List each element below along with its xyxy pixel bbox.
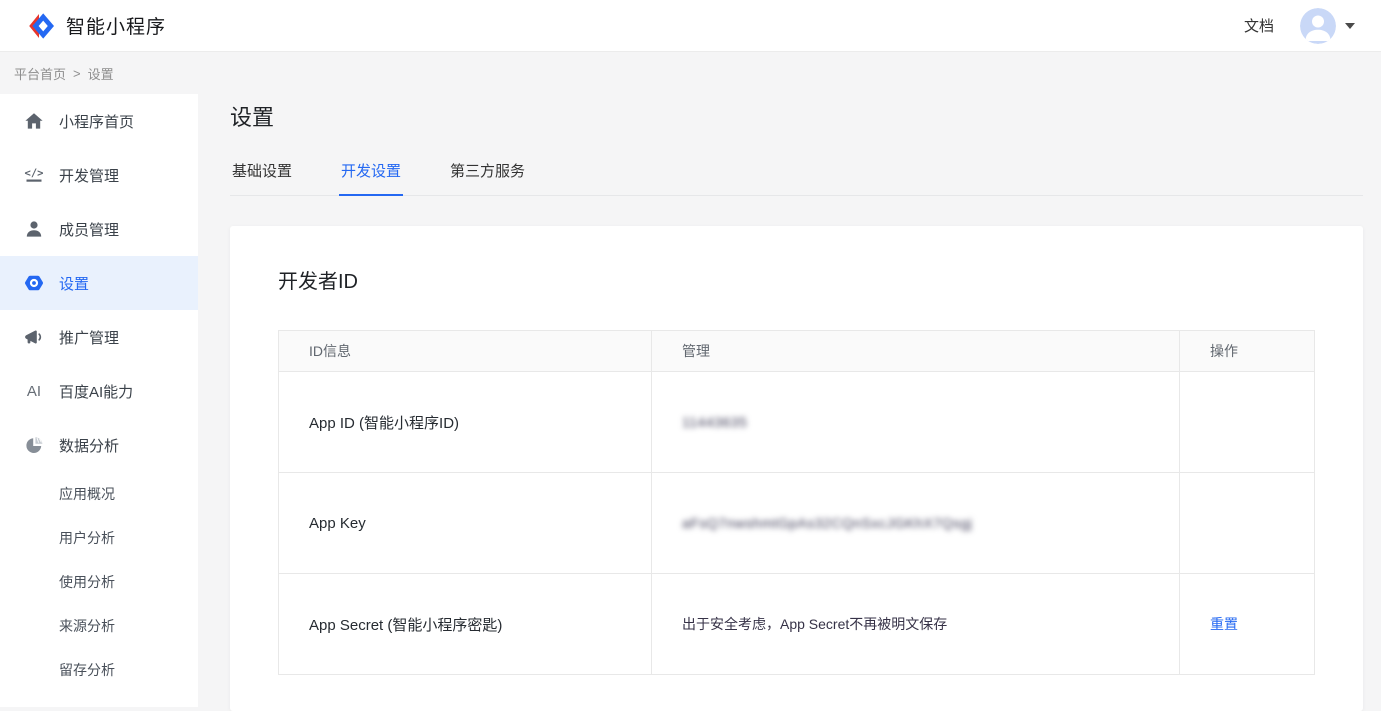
gear-icon (24, 273, 44, 293)
management-cell: 出于安全考虑，App Secret不再被明文保存 (651, 574, 1179, 674)
table-header-row: ID信息管理操作 (279, 331, 1314, 371)
sidebar-item-label: 设置 (59, 273, 89, 294)
value-text: 出于安全考虑，App Secret不再被明文保存 (682, 614, 947, 634)
sidebar-item-label: 开发管理 (59, 165, 119, 186)
sidebar-item-label: 推广管理 (59, 327, 119, 348)
tab-third-party[interactable]: 第三方服务 (448, 160, 527, 196)
developer-id-table: ID信息管理操作 App ID (智能小程序ID) 11443635 App Key a… (278, 330, 1315, 675)
action-cell (1179, 372, 1314, 472)
sidebar-item-label: 百度AI能力 (59, 381, 133, 402)
sidebar-item-home[interactable]: 小程序首页 (0, 94, 198, 148)
settings-tabs: 基础设置 开发设置 第三方服务 (230, 160, 1363, 196)
management-cell: 11443635 (651, 372, 1179, 472)
megaphone-icon (24, 327, 44, 347)
id-info-cell: App Key (279, 473, 651, 573)
breadcrumb-current: 设置 (88, 64, 114, 83)
user-menu[interactable] (1300, 8, 1355, 44)
svg-text:AI: AI (27, 383, 41, 400)
action-cell (1179, 473, 1314, 573)
sidebar-item-label: 成员管理 (59, 219, 119, 240)
brand: 智能小程序 (26, 11, 166, 41)
sidebar-item-ai[interactable]: AI 百度AI能力 (0, 364, 198, 418)
sidebar-item-label: 数据分析 (59, 435, 119, 456)
sidebar-item-member[interactable]: 成员管理 (0, 202, 198, 256)
code-icon: </> (24, 165, 44, 185)
sidebar-subitem-usage-analysis[interactable]: 使用分析 (0, 560, 198, 604)
sidebar-item-label: 小程序首页 (59, 111, 134, 132)
id-info-cell: App Secret (智能小程序密匙) (279, 574, 651, 674)
chevron-down-icon (1345, 23, 1355, 29)
brand-logo-icon (26, 11, 56, 41)
sidebar-subitem-user-analysis[interactable]: 用户分析 (0, 516, 198, 560)
svg-text:</>: </> (25, 168, 44, 180)
sidebar-item-dev[interactable]: </> 开发管理 (0, 148, 198, 202)
sidebar-item-data[interactable]: 数据分析 (0, 418, 198, 472)
pie-icon (24, 435, 44, 455)
home-icon (24, 111, 44, 131)
sidebar-subitem-retention-analysis[interactable]: 留存分析 (0, 648, 198, 692)
row-label: App Key (309, 515, 366, 532)
docs-link[interactable]: 文档 (1244, 15, 1274, 36)
tab-basic[interactable]: 基础设置 (230, 160, 294, 196)
id-info-cell: App ID (智能小程序ID) (279, 372, 651, 472)
page-title: 设置 (230, 103, 1363, 133)
reset-button[interactable]: 重置 (1210, 614, 1238, 634)
sidebar-subitem-source-analysis[interactable]: 来源分析 (0, 604, 198, 648)
developer-id-card: 开发者ID ID信息管理操作App ID (智能小程序ID)11443635Ap… (230, 226, 1363, 711)
ai-icon: AI (24, 381, 44, 401)
table-row: App Key aFsQ7nwshmtGpAs32CQnSxcJGKhX7Qsgj (279, 472, 1314, 573)
top-header: 智能小程序 文档 (0, 0, 1381, 52)
table-row: App ID (智能小程序ID) 11443635 (279, 371, 1314, 472)
breadcrumb: 平台首页 > 设置 (0, 52, 1381, 94)
row-label: App ID (智能小程序ID) (309, 412, 459, 433)
breadcrumb-home[interactable]: 平台首页 (14, 64, 66, 83)
column-header: 管理 (651, 331, 1179, 371)
member-icon (24, 219, 44, 239)
column-header: 操作 (1179, 331, 1314, 371)
table-row: App Secret (智能小程序密匙) 出于安全考虑，App Secret不再被… (279, 573, 1314, 674)
main-content: 设置 基础设置开发设置第三方服务 开发者ID ID信息管理操作App ID (智… (230, 94, 1363, 711)
avatar[interactable] (1300, 8, 1336, 44)
tab-development[interactable]: 开发设置 (339, 160, 403, 196)
masked-value: 11443635 (682, 414, 747, 430)
breadcrumb-separator: > (73, 66, 81, 81)
action-cell: 重置 (1179, 574, 1314, 674)
row-label: App Secret (智能小程序密匙) (309, 614, 502, 635)
masked-value: aFsQ7nwshmtGpAs32CQnSxcJGKhX7Qsgj (682, 515, 972, 531)
brand-name: 智能小程序 (66, 12, 166, 39)
sidebar-item-promo[interactable]: 推广管理 (0, 310, 198, 364)
management-cell: aFsQ7nwshmtGpAs32CQnSxcJGKhX7Qsgj (651, 473, 1179, 573)
sidebar-item-settings[interactable]: 设置 (0, 256, 198, 310)
sidebar-subitem-app-overview[interactable]: 应用概况 (0, 472, 198, 516)
card-title: 开发者ID (230, 226, 1363, 296)
column-header: ID信息 (279, 331, 651, 371)
sidebar: 小程序首页 </> 开发管理成员管理设置推广管理 AI 百度AI能力数据分析应用概况用户… (0, 94, 198, 707)
